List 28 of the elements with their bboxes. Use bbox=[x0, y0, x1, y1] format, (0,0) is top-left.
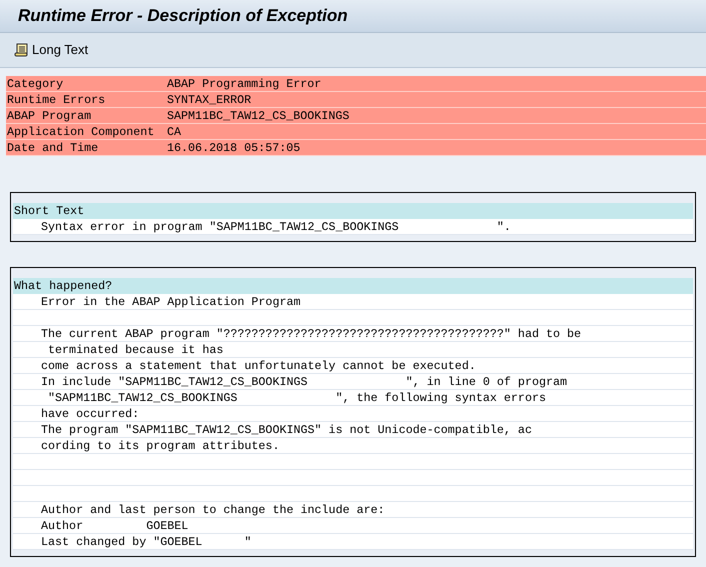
text-line: come across a statement that unfortunately cannot be executed. bbox=[41, 359, 476, 373]
text-line: terminated because it has bbox=[47, 343, 224, 357]
field-value: CA bbox=[167, 124, 182, 139]
text-line: The current ABAP program "????????????????????????????????????????" had to be bbox=[41, 327, 582, 341]
text-line: Author and last person to change the include are: bbox=[41, 503, 385, 517]
section-heading: What happened? bbox=[14, 279, 112, 293]
scroll-icon bbox=[14, 42, 30, 58]
field-value: ABAP Programming Error bbox=[167, 76, 322, 91]
text-line: Syntax error in program "SAPM11BC_TAW12_CS_BOOKINGS ". bbox=[41, 220, 511, 234]
field-label: ABAP Program bbox=[6, 108, 92, 123]
field-value: 16.06.2018 05:57:05 bbox=[167, 140, 300, 155]
window-title: Runtime Error - Description of Exception bbox=[18, 5, 348, 28]
field-label: Category bbox=[6, 76, 64, 91]
text-line: "SAPM11BC_TAW12_CS_BOOKINGS ", the following syntax errors bbox=[47, 391, 546, 405]
field-value: SAPM11BC_TAW12_CS_BOOKINGS bbox=[167, 108, 350, 123]
field-value: SYNTAX_ERROR bbox=[167, 92, 252, 107]
text-line: Error in the ABAP Application Program bbox=[41, 295, 301, 309]
field-label: Runtime Errors bbox=[6, 92, 106, 107]
text-line: Author GOEBEL bbox=[41, 519, 188, 533]
long-text-button[interactable]: Long Text bbox=[14, 40, 88, 60]
field-label: Date and Time bbox=[6, 140, 100, 155]
text-line: The program "SAPM11BC_TAW12_CS_BOOKINGS" is not Unicode-compatible, ac bbox=[41, 423, 532, 437]
field-label: Application Component bbox=[6, 124, 156, 139]
text-line: In include "SAPM11BC_TAW12_CS_BOOKINGS ", in line 0 of program bbox=[41, 375, 568, 389]
text-line: have occurred: bbox=[41, 407, 140, 421]
text-line: Last changed by "GOEBEL " bbox=[41, 535, 252, 549]
section-heading: Short Text bbox=[14, 204, 84, 218]
text-line: cording to its program attributes. bbox=[41, 439, 280, 453]
